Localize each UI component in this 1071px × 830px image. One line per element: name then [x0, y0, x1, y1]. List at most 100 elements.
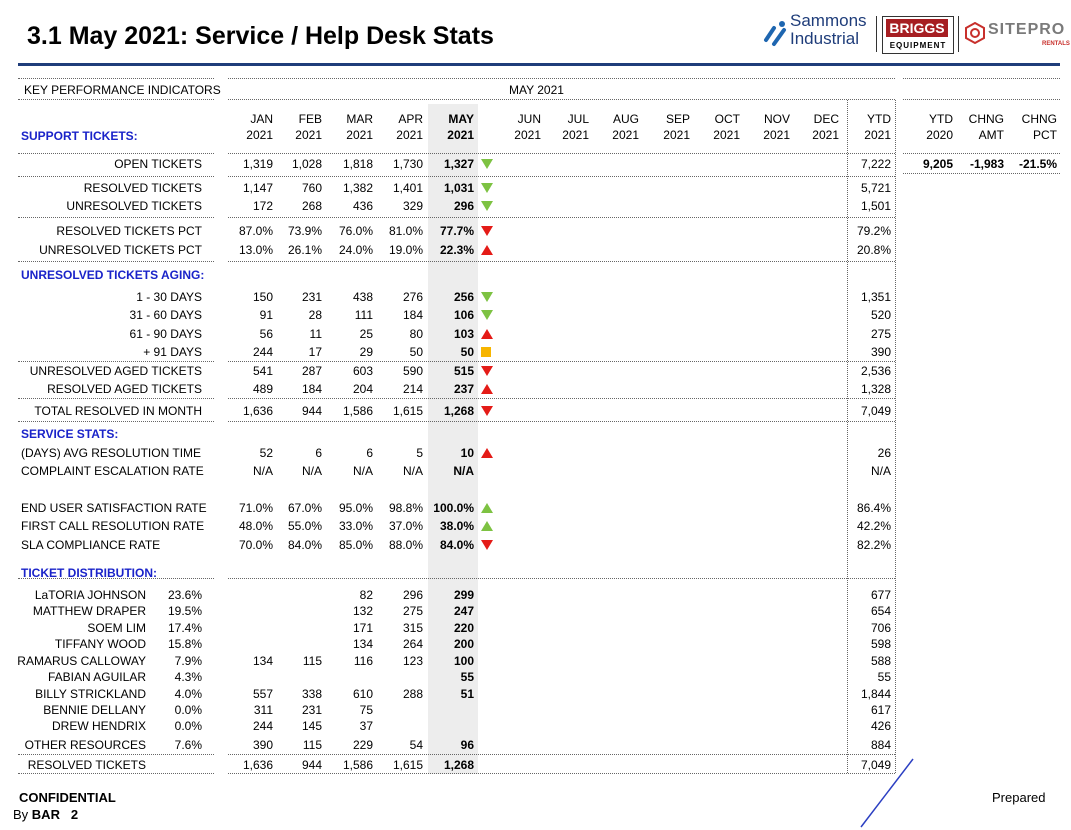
down-arrow-green-icon: [481, 159, 493, 169]
change-pct-value: -21.5%: [1018, 157, 1057, 171]
row-divider: [18, 153, 214, 154]
neutral-square-icon: [481, 347, 491, 357]
row-label: + 91 DAYS: [143, 345, 202, 359]
cell-ytd: 275: [870, 327, 891, 341]
total-cell-may: 1,268: [443, 758, 474, 772]
down-arrow-red-icon: [481, 366, 493, 376]
cell-ytd: 7,222: [860, 157, 891, 171]
up-arrow-red-icon: [481, 384, 493, 394]
resource-name: MATTHEW DRAPER: [32, 604, 146, 618]
down-arrow-green-icon: [481, 310, 493, 320]
resource-pct: 0.0%: [174, 703, 202, 717]
cell-ytd: 1,328: [860, 382, 891, 396]
row-label: TOTAL RESOLVED IN MONTH: [34, 404, 202, 418]
section-support-tickets: SUPPORT TICKETS:: [21, 129, 138, 143]
resource-name: BILLY STRICKLAND: [35, 687, 146, 701]
resource-pct: 15.8%: [167, 637, 202, 651]
header-bottom-rule: [228, 99, 895, 100]
kpi-table: KEY PERFORMANCE INDICATORS MAY 2021 JAN 202…: [0, 0, 1071, 827]
cell-ytd: 1,501: [860, 199, 891, 213]
dist-cell-may: 51: [460, 687, 474, 701]
period-header: MAY 2021: [509, 83, 564, 97]
cell-may: 515: [453, 364, 474, 378]
cell-may: 296: [453, 199, 474, 213]
cell-may: 84.0%: [439, 538, 474, 552]
down-arrow-green-icon: [481, 201, 493, 211]
dist-cell-ytd: 884: [870, 738, 891, 752]
prepared-label: Prepared: [992, 790, 1046, 805]
resource-name: BENNIE DELLANY: [43, 703, 146, 717]
page-number: 2: [70, 807, 79, 822]
month-year-may: 2021: [447, 128, 474, 142]
cell-may: 237: [453, 382, 474, 396]
cell-ytd: 520: [870, 308, 891, 322]
resource-name: LaTORIA JOHNSON: [34, 588, 146, 602]
cell-ytd: 390: [870, 345, 891, 359]
dist-cell-may: 200: [453, 637, 474, 651]
row-label: UNRESOLVED TICKETS: [66, 199, 202, 213]
resource-name: FABIAN AGUILAR: [47, 670, 146, 684]
cell-may: 22.3%: [439, 243, 474, 257]
row-label: 1 - 30 DAYS: [136, 290, 202, 304]
footer-by-text: By: [13, 807, 29, 822]
cell-ytd: 86.4%: [856, 501, 891, 515]
header-bottom-rule: [18, 99, 214, 100]
right-header-sub-2: PCT: [1033, 128, 1057, 142]
resource-pct: 4.3%: [174, 670, 202, 684]
row-label: RESOLVED TICKETS: [83, 181, 202, 195]
up-arrow-green-icon: [481, 503, 493, 513]
dist-cell-may: 299: [453, 588, 474, 602]
dist-cell-ytd: 677: [870, 588, 891, 602]
cell-may: 1,327: [443, 157, 474, 171]
footer-by: By BAR 2: [13, 807, 78, 822]
row-divider: [228, 754, 895, 755]
dist-cell-may: 55: [460, 670, 474, 684]
resource-pct: 7.6%: [174, 738, 202, 752]
dist-cell-may: 100: [453, 654, 474, 668]
row-divider: [18, 754, 214, 755]
cell-ytd: N/A: [870, 464, 891, 478]
cell-ytd: 1,351: [860, 290, 891, 304]
cell-ytd: 42.2%: [856, 519, 891, 533]
row-divider: [228, 176, 895, 177]
resource-pct: 23.6%: [167, 588, 202, 602]
dist-cell-ytd: 654: [870, 604, 891, 618]
resource-pct: 0.0%: [174, 719, 202, 733]
row-label: RESOLVED TICKETS PCT: [56, 224, 202, 238]
row-divider: [228, 361, 895, 362]
row-label: 61 - 90 DAYS: [129, 327, 202, 341]
dist-cell-may: 96: [460, 738, 474, 752]
dist-cell-ytd: 426: [870, 719, 891, 733]
row-label: OPEN TICKETS: [114, 157, 202, 171]
cell-may: 106: [453, 308, 474, 322]
cell-may: 38.0%: [439, 519, 474, 533]
header-bottom-rule: [903, 99, 1060, 100]
cell-ytd: 7,049: [860, 404, 891, 418]
resource-pct: 4.0%: [174, 687, 202, 701]
up-arrow-red-icon: [481, 329, 493, 339]
right-header-2: CHNG: [1021, 112, 1057, 126]
row-label: SLA COMPLIANCE RATE: [21, 538, 161, 552]
row-divider: [18, 773, 214, 774]
row-divider: [228, 398, 895, 399]
row-label: 31 - 60 DAYS: [129, 308, 202, 322]
month-header-ytd: YTD: [867, 112, 891, 126]
cell-may: 1,268: [443, 404, 474, 418]
row-divider: [228, 421, 895, 422]
row-label: FIRST CALL RESOLUTION RATE: [21, 519, 205, 533]
row-divider: [903, 173, 1060, 174]
month-year-ytd: 2021: [864, 128, 891, 142]
header-top-rule: [903, 78, 1060, 79]
cell-may: 50: [460, 345, 474, 359]
down-arrow-green-icon: [481, 292, 493, 302]
confidential-label: CONFIDENTIAL: [19, 790, 116, 805]
resource-name: TIFFANY WOOD: [54, 637, 146, 651]
row-divider: [228, 578, 895, 579]
cell-may: 77.7%: [439, 224, 474, 238]
resource-pct: 17.4%: [167, 621, 202, 635]
dist-cell-mar: 37: [359, 719, 373, 733]
row-divider: [18, 421, 214, 422]
dist-cell-ytd: 706: [870, 621, 891, 635]
row-divider: [18, 261, 214, 262]
row-label: UNRESOLVED TICKETS PCT: [39, 243, 202, 257]
